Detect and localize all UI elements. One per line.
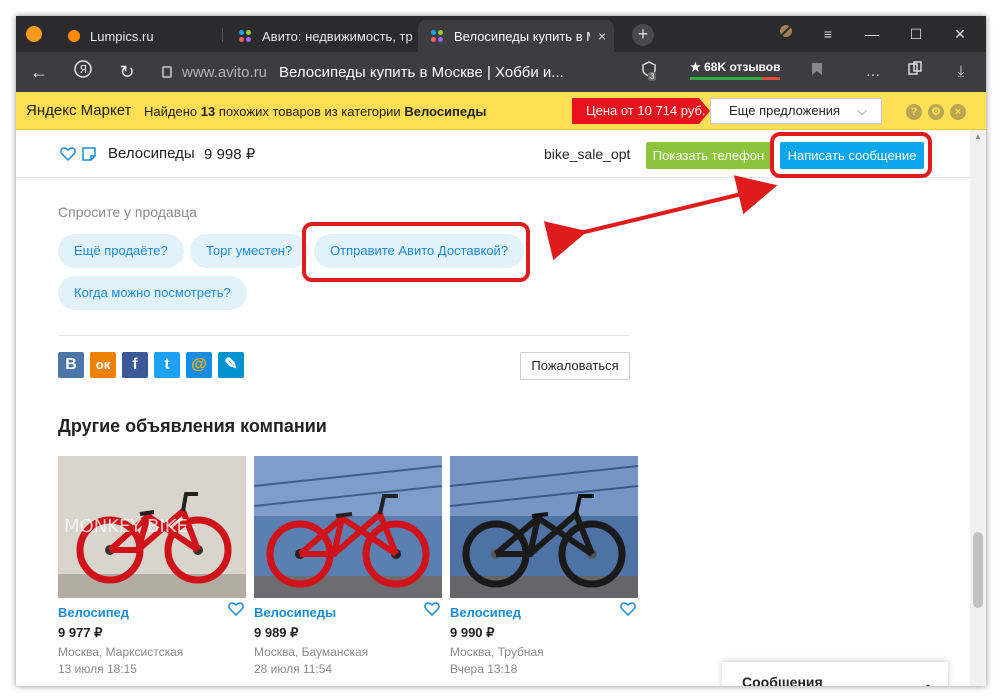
protect-count-badge: 3 — [648, 72, 657, 81]
ad-title[interactable]: Велосипед — [58, 605, 129, 620]
lumpics-favicon-icon — [68, 30, 80, 42]
vk-icon[interactable]: В — [58, 352, 84, 378]
chip-bargain[interactable]: Торг уместен? — [190, 234, 309, 268]
highlight-delivery-chip — [302, 222, 530, 282]
complain-button[interactable]: Пожаловаться — [520, 352, 630, 380]
download-icon[interactable]: ⤓ — [950, 61, 972, 83]
ad-date: 13 июля 18:15 — [58, 662, 137, 676]
bike-photo[interactable]: MONKEY BIKE — [58, 456, 246, 598]
close-window-icon[interactable]: ✕ — [946, 22, 974, 46]
avito-favicon-icon — [238, 29, 252, 43]
scroll-up-arrow-icon[interactable]: ▲ — [974, 132, 982, 141]
bookmark-icon[interactable] — [806, 61, 828, 83]
ad-title[interactable]: Велосипед — [450, 605, 521, 620]
lock-icon — [162, 66, 172, 78]
seller-name[interactable]: bike_sale_opt — [544, 146, 630, 162]
tab-bikes-active[interactable]: Велосипеды купить в М × — [418, 20, 614, 52]
twitter-icon[interactable]: t — [154, 352, 180, 378]
chip-still-selling[interactable]: Ещё продаёте? — [58, 234, 184, 268]
yandex-market-bar: Яндекс Маркет Найдено 13 похожих товаров… — [16, 92, 986, 130]
chevron-up-icon[interactable]: ︿ — [920, 670, 936, 686]
messages-panel[interactable]: Сообщения ︿ — [722, 662, 948, 686]
market-found-text: Найдено 13 похожих товаров из категории … — [144, 104, 487, 119]
more-dots-icon[interactable]: … — [862, 61, 884, 83]
ad-card[interactable]: MONKEY BIKE Велосипед 9 977 ₽ Москва, Ма… — [58, 456, 246, 676]
avito-favicon-icon — [430, 29, 444, 43]
help-icon[interactable]: ? — [906, 104, 922, 120]
livejournal-icon[interactable]: ✎ — [218, 352, 244, 378]
tab-close-icon[interactable]: × — [598, 28, 606, 44]
facebook-icon[interactable]: f — [122, 352, 148, 378]
ad-price: 9 977 ₽ — [58, 625, 103, 640]
bike-photo[interactable] — [450, 456, 638, 598]
bike-photo[interactable] — [254, 456, 442, 598]
mail-icon[interactable]: @ — [186, 352, 212, 378]
watermark-text: MONKEY BIKE — [64, 516, 188, 537]
favorite-heart-icon[interactable] — [620, 602, 636, 616]
chip-when-view[interactable]: Когда можно посмотреть? — [58, 276, 247, 310]
svg-text:Я: Я — [80, 63, 88, 76]
favorite-heart-icon[interactable] — [228, 602, 244, 616]
sticky-listing-bar: Велосипеды 9 998 ₽ bike_sale_opt Показат… — [16, 130, 970, 178]
extension-icon[interactable] — [772, 22, 800, 46]
back-arrow-icon[interactable]: ← — [26, 60, 52, 84]
url-field[interactable]: www.avito.ru Велосипеды купить в Москве … — [162, 59, 632, 85]
maximize-icon[interactable]: ☐ — [902, 22, 930, 46]
ad-date: Вчера 13:18 — [450, 662, 518, 676]
yandex-browser-icon[interactable] — [26, 26, 42, 42]
ad-date: 28 июля 11:54 — [254, 662, 333, 676]
market-close-icon[interactable]: × — [950, 104, 966, 120]
ad-title[interactable]: Велосипеды — [254, 605, 336, 620]
settings-icon[interactable]: ⚙ — [928, 104, 944, 120]
show-phone-button[interactable]: Показать телефон — [646, 142, 771, 169]
ad-price: 9 990 ₽ — [450, 625, 495, 640]
ad-price: 9 989 ₽ — [254, 625, 299, 640]
note-icon[interactable] — [82, 147, 96, 161]
listing-title: Велосипеды — [108, 145, 195, 162]
minimize-icon[interactable]: — — [858, 22, 886, 46]
reviews-badge[interactable]: ★ 68K отзывов — [690, 60, 781, 80]
favorite-heart-icon[interactable] — [424, 602, 440, 616]
chevron-down-icon: ⌵ — [857, 103, 867, 118]
highlight-message-button — [770, 132, 932, 178]
divider — [58, 335, 630, 336]
menu-icon[interactable]: ≡ — [814, 22, 842, 46]
listing-price: 9 998 ₽ — [204, 146, 256, 163]
scrollbar[interactable]: ▲ — [970, 130, 986, 686]
rating-bar — [690, 77, 780, 80]
scrollbar-thumb[interactable] — [973, 532, 983, 608]
odnoklassniki-icon[interactable]: ок — [90, 352, 116, 378]
market-price-button[interactable]: Цена от 10 714 руб. — [572, 98, 710, 124]
tab-avito[interactable]: Авито: недвижимость, тра — [226, 20, 416, 52]
ad-location: Москва, Марксистская — [58, 645, 184, 659]
address-bar: ← Я ↻ www.avito.ru Велосипеды купить в М… — [16, 52, 986, 92]
ad-location: Москва, Трубная — [450, 645, 544, 659]
collections-icon[interactable] — [904, 61, 926, 83]
tab-separator — [222, 28, 223, 42]
market-more-dropdown[interactable]: Еще предложения ⌵ — [710, 98, 882, 124]
tab-lumpics[interactable]: Lumpics.ru — [56, 20, 226, 52]
tab-bar: Lumpics.ru Авито: недвижимость, тра Вело… — [16, 16, 986, 52]
ad-card[interactable]: Велосипеды 9 989 ₽ Москва, Бауманская 28… — [254, 456, 442, 676]
favorite-heart-icon[interactable] — [60, 147, 76, 161]
ad-card[interactable]: Велосипед 9 990 ₽ Москва, Трубная Вчера … — [450, 456, 638, 676]
browser-window: Lumpics.ru Авито: недвижимость, тра Вело… — [16, 16, 986, 686]
reload-icon[interactable]: ↻ — [114, 60, 140, 84]
page-content: Велосипеды 9 998 ₽ bike_sale_opt Показат… — [16, 130, 986, 686]
yandex-icon[interactable]: Я — [70, 60, 96, 84]
ad-location: Москва, Бауманская — [254, 645, 369, 659]
market-logo[interactable]: Яндекс Маркет — [26, 102, 131, 119]
new-tab-button[interactable]: + — [632, 24, 654, 46]
other-ads-heading: Другие объявления компании — [58, 416, 327, 436]
ask-seller-heading: Спросите у продавца — [58, 204, 197, 220]
